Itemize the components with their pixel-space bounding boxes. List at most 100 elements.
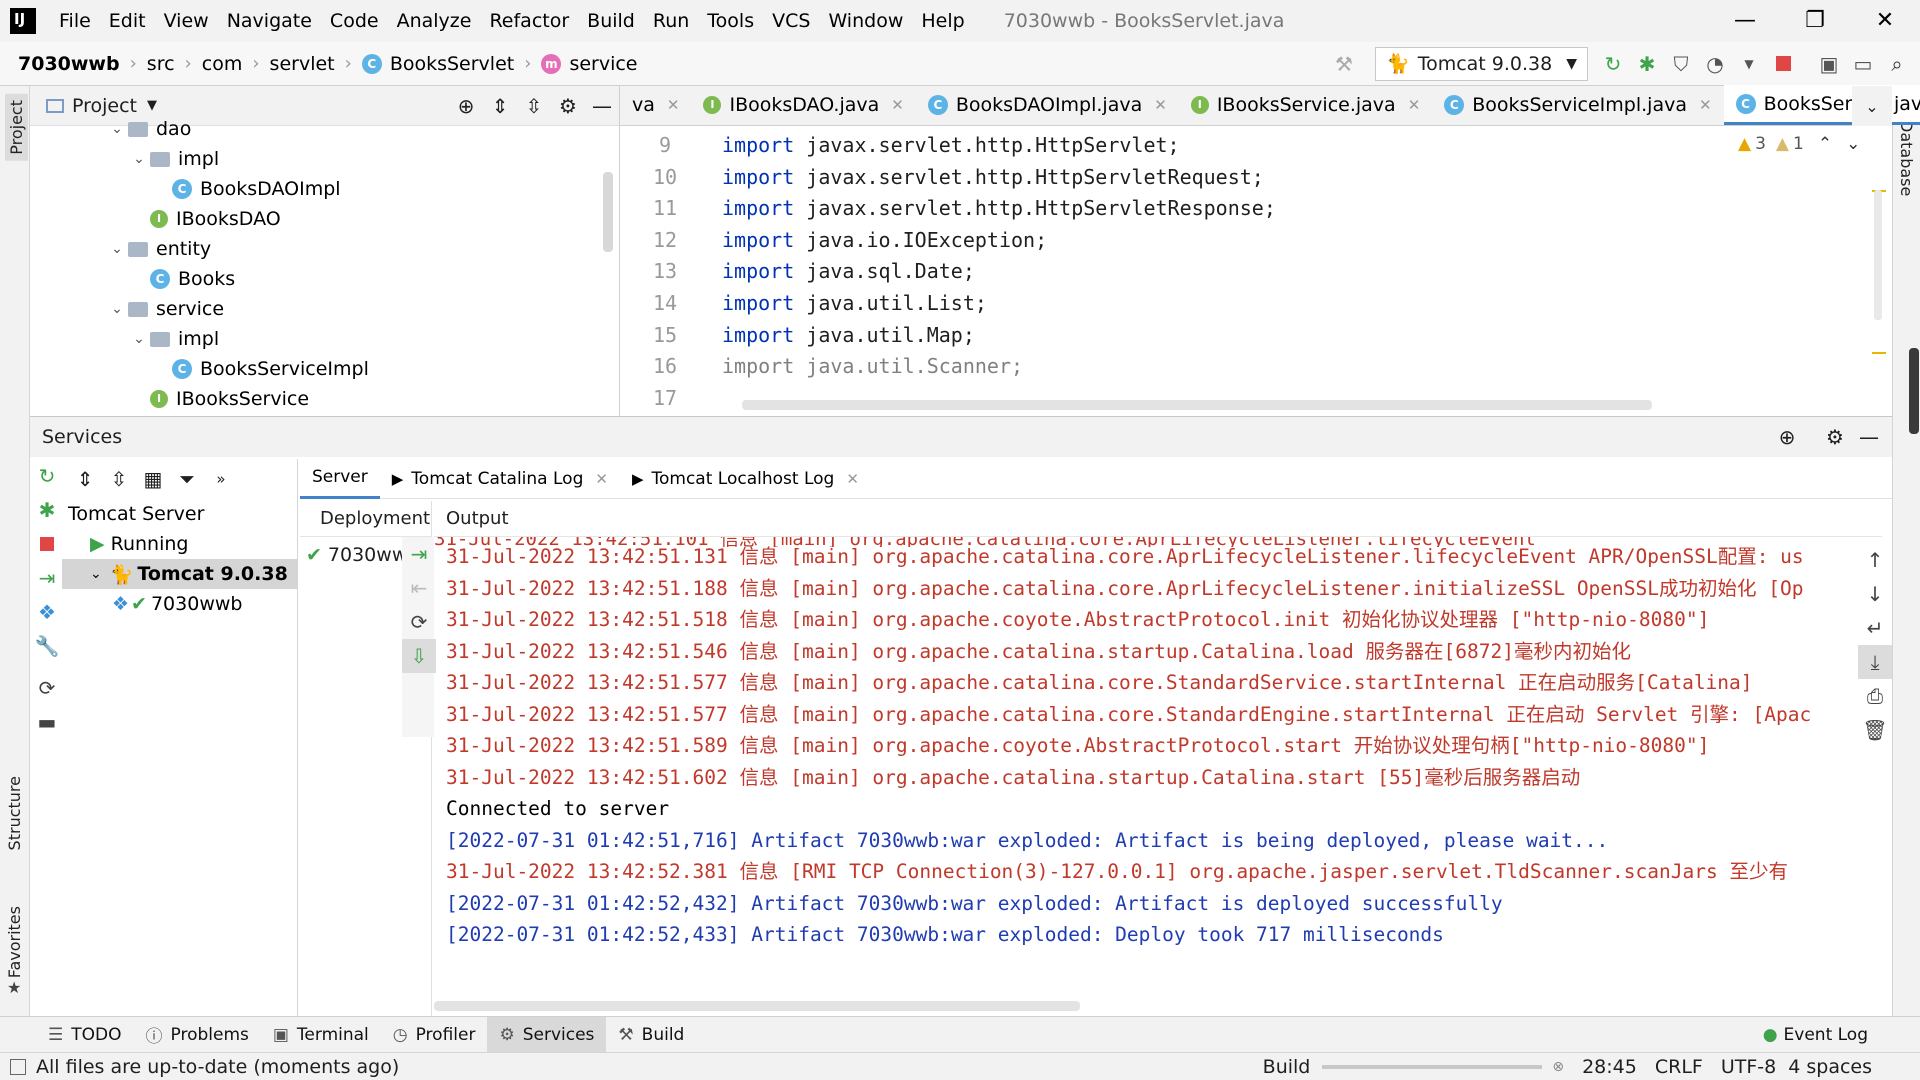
group-icon[interactable]: ▦ [136, 462, 170, 496]
line-separator[interactable]: CRLF [1655, 1056, 1703, 1078]
restore-icon[interactable]: ❐ [1780, 0, 1850, 42]
breadcrumb-class[interactable]: C BooksServlet [361, 53, 514, 75]
filter-icon[interactable]: ⏷ [170, 462, 204, 496]
editor-tab[interactable]: I IBooksService.java ✕ [1179, 85, 1432, 125]
editor-horizontal-scrollbar[interactable] [742, 400, 1652, 410]
editor-tab[interactable]: C BooksDAOImpl.java ✕ [916, 85, 1179, 125]
coverage-icon[interactable]: ⛉ [1664, 47, 1698, 81]
hammer-build-icon[interactable]: ⚒ [1327, 47, 1361, 81]
stop-icon[interactable] [1766, 47, 1800, 81]
menu-run[interactable]: Run [644, 0, 698, 42]
tree-node[interactable]: I IBooksService [30, 384, 619, 414]
close-tab-icon[interactable]: ✕ [595, 470, 608, 488]
event-log-tab[interactable]: ● Event Log [1751, 1017, 1880, 1053]
locate-icon[interactable]: ⊕ [1770, 420, 1804, 454]
tree-node[interactable]: ⌄ impl [30, 324, 619, 354]
code-line[interactable]: import javax.servlet.http.HttpServletReq… [722, 162, 1276, 194]
cancel-icon[interactable]: ⊗ [1552, 1059, 1564, 1075]
code-area[interactable]: import javax.servlet.http.HttpServlet; im… [710, 126, 1276, 414]
code-line[interactable]: import javax.servlet.http.HttpServlet; [722, 130, 1276, 162]
toggle-tool-windows-icon[interactable] [10, 1058, 26, 1075]
breadcrumb-com[interactable]: com [202, 53, 243, 75]
scroll-up-icon[interactable]: ↑ [1858, 543, 1892, 577]
code-line[interactable]: import java.io.IOException; [722, 225, 1276, 257]
tree-node[interactable]: ⌄ dao [30, 114, 619, 144]
code-line[interactable]: import java.util.List; [722, 288, 1276, 320]
refresh-icon[interactable]: ⟳ [402, 605, 436, 639]
hide-icon[interactable]: — [1852, 420, 1886, 454]
menu-help[interactable]: Help [912, 0, 973, 42]
tool-tab-problems[interactable]: ⓘ Problems [134, 1017, 261, 1053]
service-node[interactable]: Tomcat Server [62, 499, 297, 529]
update-icon[interactable]: ⇩ [402, 639, 436, 673]
chevron-down-icon[interactable]: ⌄ [106, 301, 128, 317]
artifact-icon[interactable]: ❖ [30, 595, 64, 629]
tree-node[interactable]: ⌄ service [30, 294, 619, 324]
minimize-icon[interactable]: — [1710, 0, 1780, 42]
menu-view[interactable]: View [155, 0, 218, 42]
menu-file[interactable]: File [50, 0, 100, 42]
trash-icon[interactable]: 🗑 [1858, 713, 1892, 747]
run-configuration-select[interactable]: 🐈 Tomcat 9.0.38 ▼ [1375, 46, 1588, 81]
editor-tab[interactable]: va ✕ [620, 85, 691, 125]
console-output[interactable]: 31-Jul-2022 13:42:51.131 信息 [main] org.a… [446, 541, 1866, 951]
scroll-down-icon[interactable]: ↓ [1858, 577, 1892, 611]
output-horizontal-scrollbar[interactable] [434, 1001, 1080, 1011]
breadcrumb-servlet[interactable]: servlet [270, 53, 335, 75]
chevron-down-icon[interactable]: ⌄ [128, 151, 150, 167]
menu-vcs[interactable]: VCS [763, 0, 819, 42]
gear-icon[interactable]: ⚙ [1818, 420, 1852, 454]
code-line[interactable]: import javax.servlet.http.HttpServletRes… [722, 193, 1276, 225]
chevron-down-icon[interactable]: ⌄ [106, 241, 128, 257]
close-tab-icon[interactable]: ✕ [1408, 96, 1421, 114]
close-tab-icon[interactable]: ✕ [667, 96, 680, 114]
tree-node[interactable]: C BooksDAOImpl [30, 174, 619, 204]
tool-tab-terminal[interactable]: ▣ Terminal [261, 1017, 381, 1053]
tool-tab-services[interactable]: ⚙ Services [487, 1016, 607, 1053]
breadcrumb-method[interactable]: m service [541, 53, 638, 75]
menu-refactor[interactable]: Refactor [480, 0, 578, 42]
soft-wrap-icon[interactable]: ↵ [1858, 611, 1892, 645]
project-structure-icon[interactable]: ▣ [1812, 47, 1846, 81]
caret-position[interactable]: 28:45 [1582, 1056, 1637, 1078]
print-icon[interactable]: ⎙ [1858, 679, 1892, 713]
more-run-chevron-icon[interactable]: ▼ [1732, 47, 1766, 81]
editor-vertical-scrollbar[interactable] [1874, 190, 1882, 320]
service-node[interactable]: ❖ ✔ 7030wwb [62, 589, 297, 619]
service-node[interactable]: ▶ Running [62, 529, 297, 559]
menu-navigate[interactable]: Navigate [218, 0, 321, 42]
server-tab[interactable]: Server [300, 458, 380, 499]
next-highlight-icon[interactable]: ⌄ [1846, 134, 1860, 154]
chevron-down-icon[interactable]: ⌄ [90, 566, 102, 582]
code-line[interactable]: import java.util.Map; [722, 320, 1276, 352]
debug-bug-icon[interactable]: ✱ [1630, 47, 1664, 81]
inspection-widget[interactable]: ▲ 3 ▲ 1 ⌃ ⌄ [1738, 134, 1860, 154]
database-tool-tab[interactable]: Database [1897, 120, 1916, 196]
scroll-to-end-icon[interactable]: ⤓ [1858, 645, 1892, 679]
project-scrollbar[interactable] [603, 172, 613, 252]
close-window-icon[interactable]: ✕ [1850, 0, 1920, 42]
debug-bug-icon[interactable]: ✱ [30, 493, 64, 527]
deploy-icon[interactable]: ⇥ [30, 561, 64, 595]
chevron-down-icon[interactable]: ⌄ [128, 331, 150, 347]
tool-tab-build[interactable]: ⚒ Build [606, 1017, 696, 1053]
tool-tab-todo[interactable]: ☰ TODO [36, 1017, 134, 1053]
more-icon[interactable]: » [204, 462, 238, 496]
toggle-window-icon[interactable]: ▭ [1846, 47, 1880, 81]
prev-highlight-icon[interactable]: ⌃ [1818, 134, 1832, 154]
menu-tools[interactable]: Tools [698, 0, 763, 42]
tool-tab-profiler[interactable]: ◷ Profiler [381, 1017, 488, 1053]
tree-node[interactable]: ⌄ entity [30, 234, 619, 264]
tree-node[interactable]: I IBooksDAO [30, 204, 619, 234]
search-icon[interactable]: ⌕ [1880, 47, 1914, 81]
tree-node[interactable]: C Books [30, 264, 619, 294]
project-tool-tab[interactable]: Project [5, 94, 28, 161]
profile-icon[interactable]: ◔ [1698, 47, 1732, 81]
refresh-icon[interactable]: ⟳ [30, 671, 64, 705]
undeploy-icon[interactable]: ⇤ [402, 571, 436, 605]
editor-tab[interactable]: I IBooksDAO.java ✕ [691, 85, 915, 125]
editor-tab[interactable]: C BooksServiceImpl.java ✕ [1432, 85, 1723, 125]
breadcrumb-project[interactable]: 7030wwb [18, 53, 120, 75]
close-tab-icon[interactable]: ✕ [846, 470, 859, 488]
menu-code[interactable]: Code [321, 0, 388, 42]
